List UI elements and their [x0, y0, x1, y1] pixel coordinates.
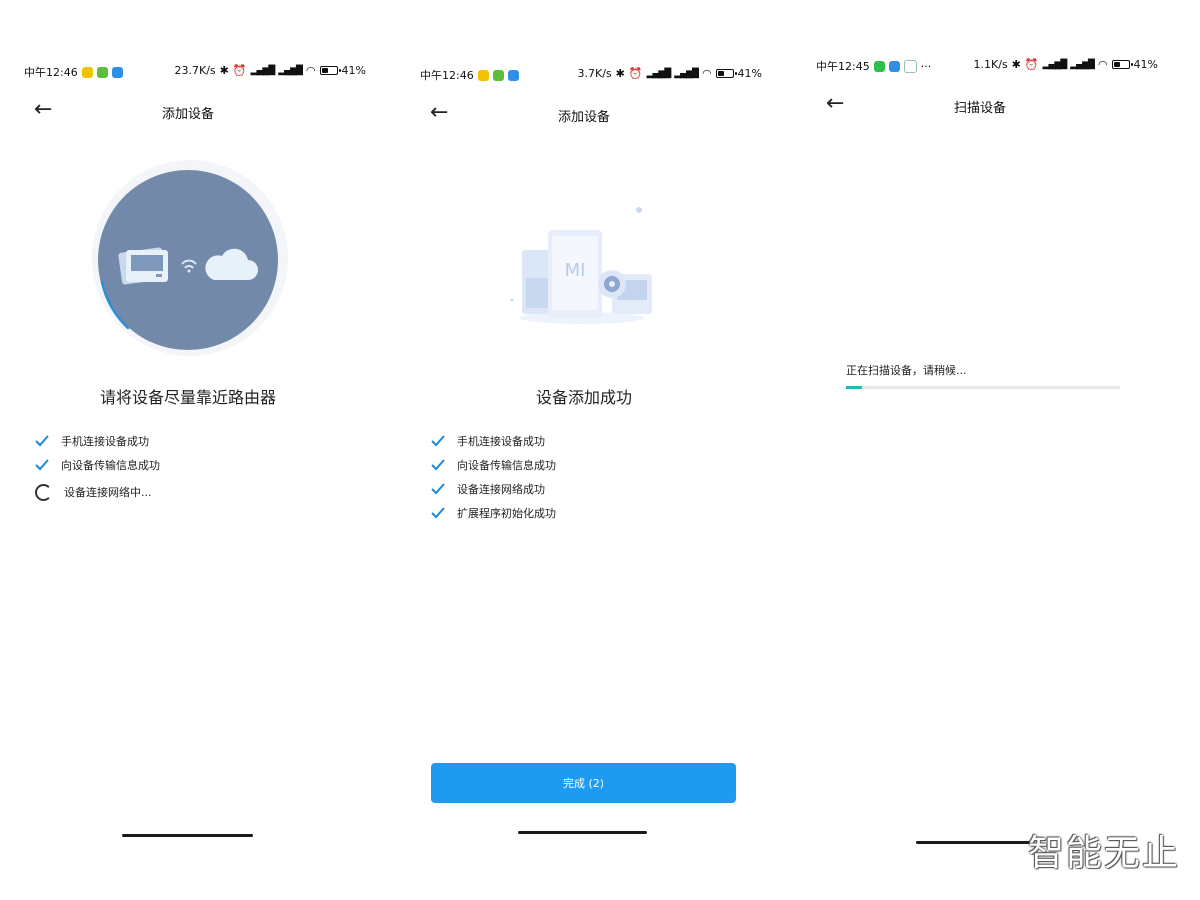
- scan-progress-fill: [846, 386, 862, 389]
- download-notification-icon: [97, 67, 108, 78]
- app-notification-icon: [508, 70, 519, 81]
- scanning-status-text: 正在扫描设备，请稍候...: [846, 362, 967, 378]
- wechat-notification-icon: [874, 61, 885, 72]
- bluetooth-icon: ✱: [1012, 59, 1021, 70]
- step-label: 手机连接设备成功: [457, 433, 545, 449]
- battery-level: 41%: [738, 67, 762, 80]
- cell-signal-icon: ▂▄▆█: [251, 66, 275, 76]
- done-button[interactable]: 完成 (2): [431, 763, 736, 803]
- app-notification-icon: [478, 70, 489, 81]
- cell-signal-icon: ▂▄▆█: [647, 69, 671, 79]
- app-notification-icon: [904, 60, 917, 73]
- bluetooth-icon: ✱: [616, 68, 625, 79]
- step-label: 向设备传输信息成功: [457, 457, 556, 473]
- status-time: 中午12:46: [24, 64, 78, 80]
- page-title: 添加设备: [404, 106, 764, 125]
- step-label: 设备连接网络成功: [457, 481, 545, 497]
- step-item: 向设备传输信息成功: [430, 455, 556, 475]
- check-icon: [34, 433, 50, 449]
- battery-level: 41%: [342, 64, 366, 77]
- cell-signal-icon: ▂▄▆█: [1043, 60, 1067, 70]
- home-indicator[interactable]: [122, 834, 253, 837]
- mi-home-devices-illustration: MI: [504, 200, 664, 330]
- step-label: 设备连接网络中...: [64, 484, 152, 500]
- network-speed: 1.1K/s: [973, 58, 1007, 71]
- page-title: 扫描设备: [800, 97, 1160, 116]
- alarm-icon: ⏰: [629, 68, 643, 79]
- step-item: 手机连接设备成功: [430, 431, 545, 451]
- step-label: 手机连接设备成功: [61, 433, 149, 449]
- progress-arc: [88, 160, 288, 360]
- check-icon: [430, 433, 446, 449]
- cell-signal-icon: ▂▄▆█: [1070, 60, 1094, 70]
- alarm-icon: ⏰: [1025, 59, 1039, 70]
- battery-icon: [320, 66, 338, 75]
- success-text: 设备添加成功: [404, 384, 764, 408]
- check-icon: [430, 481, 446, 497]
- status-time: 中午12:46: [420, 67, 474, 83]
- step-item: 手机连接设备成功: [34, 431, 149, 451]
- cell-signal-icon: ▂▄▆█: [278, 66, 302, 76]
- status-bar: 中午12:45 ··· 1.1K/s ✱ ⏰ ▂▄▆█ ▂▄▆█ ◠ 41%: [816, 58, 1158, 74]
- cell-signal-icon: ▂▄▆█: [674, 69, 698, 79]
- more-notifications-icon: ···: [921, 60, 932, 73]
- status-time: 中午12:45: [816, 58, 870, 74]
- step-label: 向设备传输信息成功: [61, 457, 160, 473]
- page-title: 添加设备: [8, 103, 368, 122]
- wifi-icon: ◠: [1098, 59, 1108, 70]
- check-icon: [430, 457, 446, 473]
- wifi-icon: ◠: [306, 65, 316, 76]
- check-icon: [430, 505, 446, 521]
- step-label: 扩展程序初始化成功: [457, 505, 556, 521]
- check-icon: [34, 457, 50, 473]
- status-bar: 中午12:46 23.7K/s ✱ ⏰ ▂▄▆█ ▂▄▆█ ◠ 41%: [24, 64, 366, 80]
- step-item: 向设备传输信息成功: [34, 455, 160, 475]
- home-indicator[interactable]: [916, 841, 1030, 844]
- network-speed: 23.7K/s: [174, 64, 215, 77]
- bluetooth-icon: ✱: [220, 65, 229, 76]
- watermark: 智能无止: [1028, 824, 1180, 876]
- home-indicator[interactable]: [518, 831, 647, 834]
- app-notification-icon: [889, 61, 900, 72]
- alarm-icon: ⏰: [233, 65, 247, 76]
- network-speed: 3.7K/s: [577, 67, 611, 80]
- wifi-icon: ◠: [702, 68, 712, 79]
- add-device-connecting-screen: 中午12:46 23.7K/s ✱ ⏰ ▂▄▆█ ▂▄▆█ ◠ 41% ← 添加…: [8, 0, 402, 900]
- svg-text:MI: MI: [565, 260, 586, 281]
- loading-spinner-icon: [35, 484, 52, 501]
- download-notification-icon: [493, 70, 504, 81]
- app-notification-icon: [82, 67, 93, 78]
- battery-level: 41%: [1134, 58, 1158, 71]
- add-device-success-screen: 中午12:46 3.7K/s ✱ ⏰ ▂▄▆█ ▂▄▆█ ◠ 41% ← 添加设…: [404, 0, 798, 900]
- app-notification-icon: [112, 67, 123, 78]
- step-item: 设备连接网络成功: [430, 479, 545, 499]
- status-bar: 中午12:46 3.7K/s ✱ ⏰ ▂▄▆█ ▂▄▆█ ◠ 41%: [420, 67, 762, 83]
- battery-icon: [1112, 60, 1130, 69]
- scan-progress-bar: [846, 386, 1120, 389]
- step-item: 扩展程序初始化成功: [430, 503, 556, 523]
- scan-devices-screen: 中午12:45 ··· 1.1K/s ✱ ⏰ ▂▄▆█ ▂▄▆█ ◠ 41% ←…: [800, 0, 1194, 900]
- step-item: 设备连接网络中...: [35, 482, 152, 502]
- instruction-text: 请将设备尽量靠近路由器: [8, 384, 368, 408]
- battery-icon: [716, 69, 734, 78]
